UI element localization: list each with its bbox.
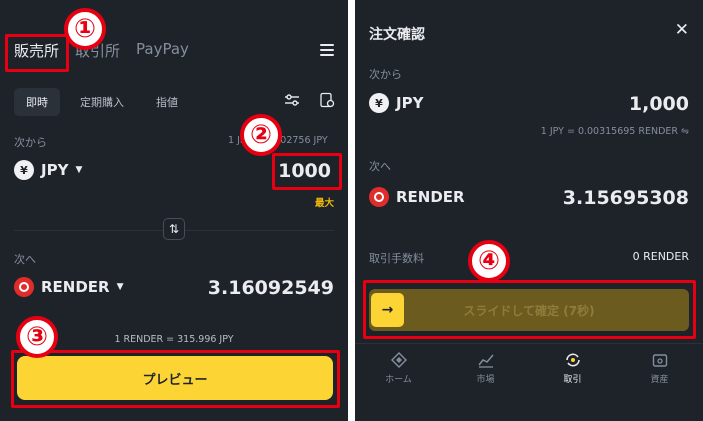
caret-down-icon: ▼ (75, 165, 83, 175)
trade-swap-icon (565, 353, 580, 367)
to-currency: RENDER (41, 278, 110, 296)
order-type-tabs: 即時 定期購入 指値 (14, 88, 190, 116)
nav-home[interactable]: ホーム (369, 344, 429, 399)
render-coin-icon (14, 277, 34, 297)
highlight-box-slide (363, 280, 696, 339)
swap-direction-icon[interactable]: ⇅ (163, 218, 185, 240)
settings-sliders-icon[interactable] (284, 92, 300, 108)
fee-label: 取引手数料 (369, 252, 424, 265)
home-diamond-icon (390, 352, 407, 368)
wallet-icon (652, 354, 667, 367)
confirm-to-asset: RENDER (369, 187, 465, 207)
confirm-from-asset: ¥ JPY (369, 93, 423, 113)
yen-coin-icon: ¥ (369, 93, 389, 113)
step-badge-3: ③ (16, 316, 58, 358)
confirm-to-label: 次へ (369, 160, 391, 173)
nav-assets[interactable]: 資産 (630, 344, 690, 399)
nav-trade[interactable]: 取引 (543, 344, 603, 399)
max-button[interactable]: 最大 (315, 195, 334, 209)
from-label: 次から (14, 136, 47, 149)
fee-value: 0 RENDER (632, 250, 689, 263)
step-badge-4: ④ (468, 240, 510, 282)
render-coin-icon (369, 187, 389, 207)
highlight-box-amount (272, 153, 342, 190)
confirm-to-amount: 3.15695308 (562, 187, 689, 209)
highlight-box-preview (11, 350, 340, 408)
tab-recurring[interactable]: 定期購入 (68, 88, 136, 116)
tab-instant[interactable]: 即時 (14, 88, 60, 116)
bottom-nav: ホーム 市場 取引 資産 (355, 343, 703, 399)
dialog-title: 注文確認 (369, 27, 425, 43)
tab-paypay[interactable]: PayPay (136, 40, 189, 61)
from-currency: JPY (41, 161, 69, 179)
menu-icon[interactable] (320, 44, 334, 56)
from-currency-selector[interactable]: ¥ JPY ▼ (14, 160, 82, 180)
highlight-box-sales-tab (5, 34, 69, 72)
chart-icon (477, 354, 494, 368)
tab-limit[interactable]: 指値 (144, 88, 190, 116)
to-currency-selector[interactable]: RENDER ▼ (14, 277, 124, 297)
to-amount: 3.16092549 (207, 277, 334, 299)
caret-down-icon: ▼ (116, 282, 124, 292)
confirm-from-currency: JPY (396, 94, 424, 112)
close-icon[interactable]: ✕ (675, 20, 689, 40)
yen-coin-icon: ¥ (14, 160, 34, 180)
confirm-from-amount: 1,000 (628, 93, 689, 115)
nav-market[interactable]: 市場 (456, 344, 516, 399)
confirm-from-label: 次から (369, 68, 402, 81)
to-label: 次へ (14, 253, 36, 266)
confirm-rate: 1 JPY = 0.00315695 RENDER ⇋ (540, 126, 689, 137)
step-badge-2: ② (240, 114, 282, 156)
step-badge-1: ① (64, 8, 106, 50)
history-icon[interactable] (319, 92, 335, 108)
confirm-to-currency: RENDER (396, 188, 465, 206)
